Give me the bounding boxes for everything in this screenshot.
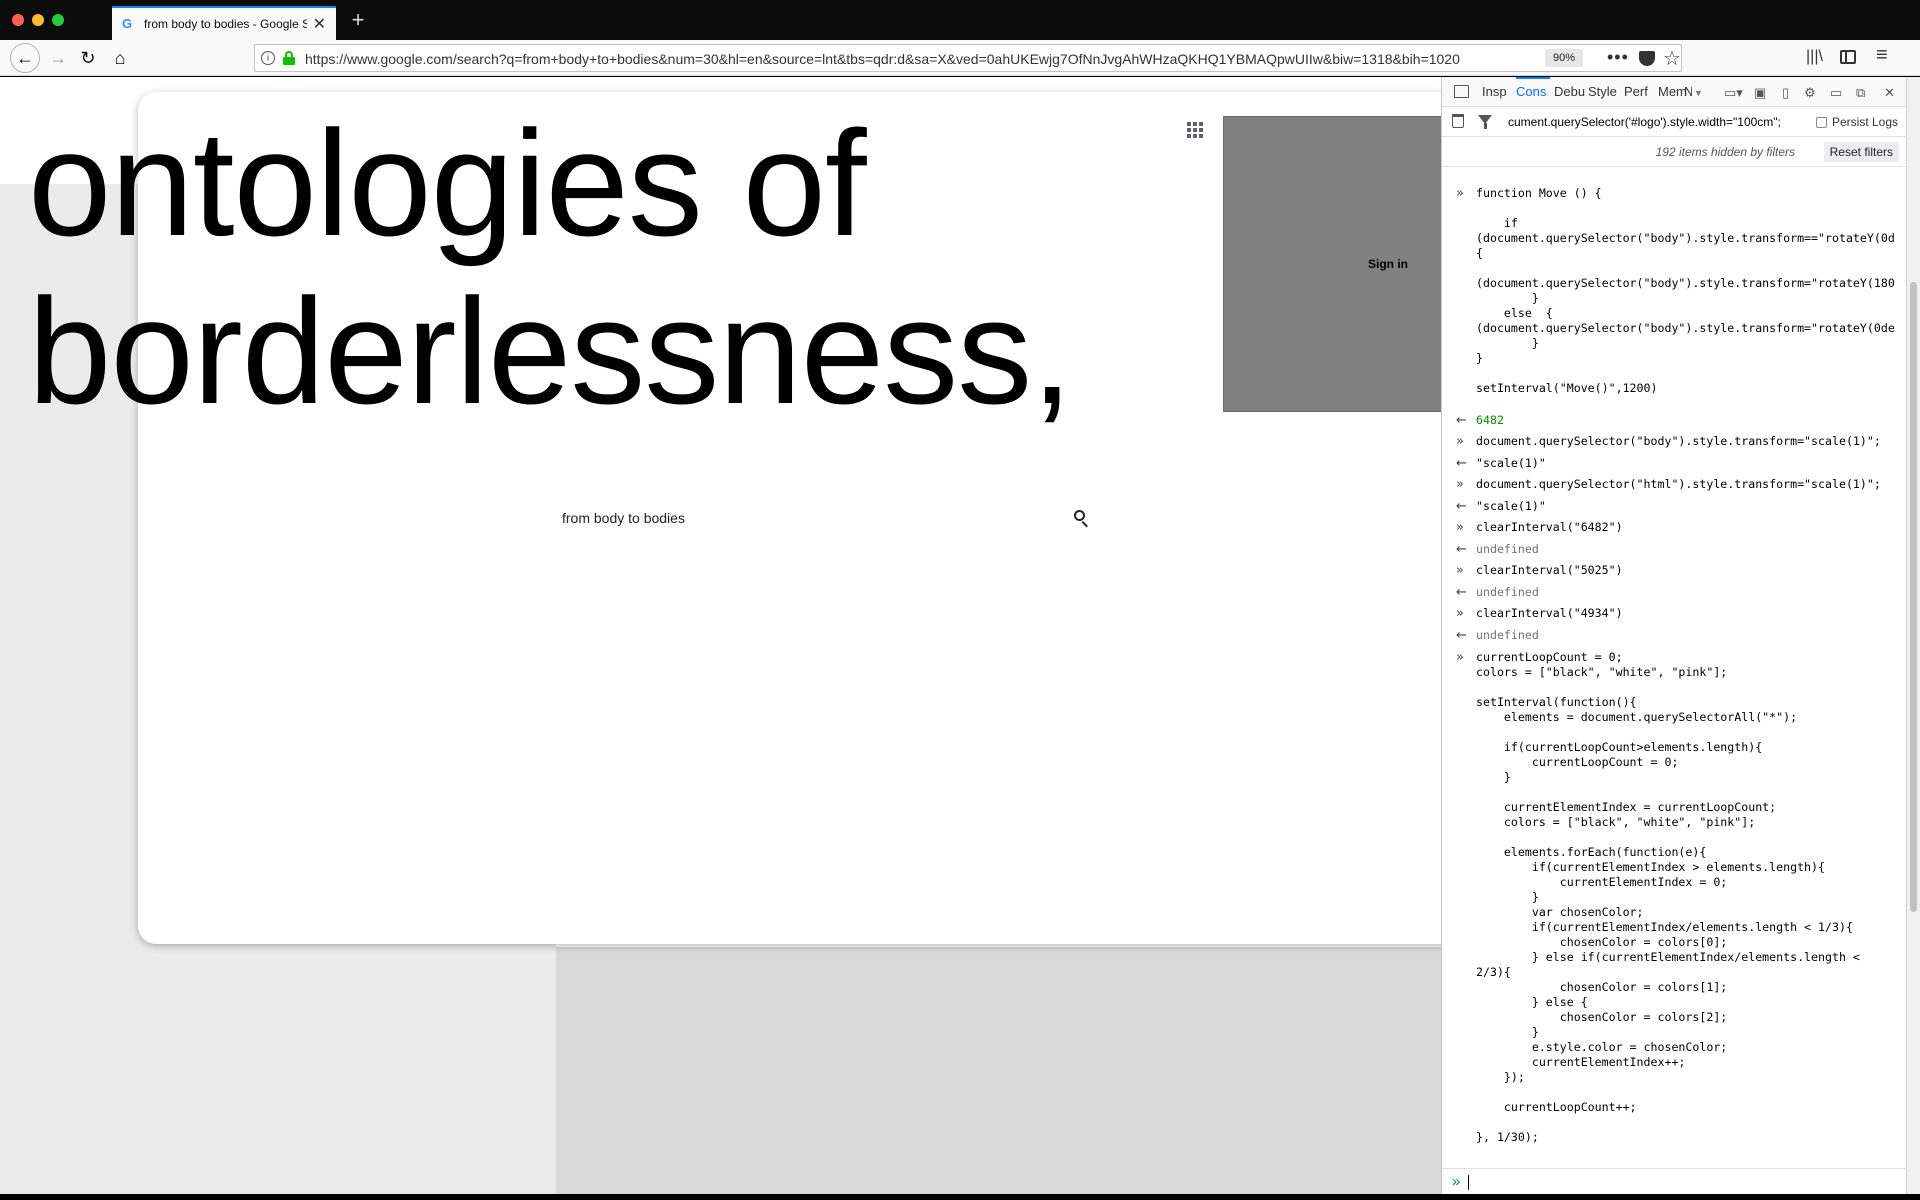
close-window-button[interactable] (12, 14, 24, 26)
input-chevron-icon: » (1456, 520, 1464, 535)
lock-icon (283, 51, 295, 65)
tab-title: from body to bodies - Google S (144, 17, 307, 31)
text-caret (1468, 1175, 1469, 1190)
title-bar: G from body to bodies - Google S ✕ + (0, 0, 1920, 40)
search-icon[interactable] (1074, 510, 1090, 528)
scrollbar-thumb[interactable] (1910, 282, 1917, 912)
console-input-code: clearInterval("5025") (1476, 563, 1623, 577)
prompt-chevron-icon: » (1452, 1173, 1461, 1190)
zoom-level-badge[interactable]: 90% (1545, 49, 1583, 67)
responsive-mode-icon[interactable]: ▯ (1782, 85, 1789, 101)
console-input-code: function Move () { if (document.querySel… (1476, 186, 1895, 395)
maximize-window-button[interactable] (52, 14, 64, 26)
home-button[interactable]: ⌂ (106, 44, 134, 72)
tab-debugger[interactable]: Debu (1554, 77, 1586, 107)
reload-button[interactable]: ↻ (74, 44, 102, 72)
search-input[interactable]: from body to bodies (562, 510, 685, 526)
back-button[interactable]: ← (10, 43, 40, 73)
console-input[interactable]: » (1442, 1168, 1906, 1194)
google-apps-icon[interactable] (1187, 122, 1203, 138)
bottom-gray-panel (556, 947, 1441, 1194)
google-favicon-icon: G (122, 16, 133, 31)
console-output-value: "scale(1)" (1476, 456, 1546, 470)
split-console-icon[interactable]: ▣ (1754, 85, 1766, 101)
new-tab-button[interactable]: + (344, 6, 372, 34)
undock-window-icon[interactable]: ⧉ (1856, 85, 1865, 101)
clear-console-icon[interactable] (1452, 114, 1464, 128)
tab-inspector[interactable]: Insp (1482, 77, 1512, 107)
persist-logs-checkbox[interactable] (1816, 117, 1827, 128)
console-output-value: "scale(1)" (1476, 499, 1546, 513)
devtools-panel: Insp Cons Debu Style Perf Mem N ▼ ▭▾ ▣ ▯… (1441, 77, 1906, 1194)
input-chevron-icon: » (1456, 434, 1464, 449)
minimize-window-button[interactable] (32, 14, 44, 26)
input-chevron-icon: » (1456, 477, 1464, 492)
output-arrow-icon: ← (1456, 542, 1467, 557)
output-arrow-icon: ← (1456, 628, 1467, 643)
input-chevron-icon: » (1456, 186, 1464, 201)
navigation-toolbar: ← → ↻ ⌂ i https://www.google.com/search?… (0, 40, 1920, 76)
output-arrow-icon: ← (1456, 413, 1467, 428)
reset-filters-button[interactable]: Reset filters (1823, 142, 1899, 162)
persist-logs-label: Persist Logs (1832, 115, 1899, 129)
output-arrow-icon: ← (1456, 456, 1467, 471)
web-page: Sign in from body to bodies ontologies o… (0, 77, 1441, 1194)
console-output-value: undefined (1476, 628, 1539, 642)
hamburger-menu-icon[interactable]: ≡ (1876, 44, 1888, 67)
element-picker-icon[interactable] (1454, 85, 1469, 98)
filter-icon-stem (1484, 123, 1487, 129)
tabs-overflow-icon[interactable]: ▼ (1694, 88, 1703, 98)
console-input-code: clearInterval("4934") (1476, 606, 1623, 620)
console-output-value: undefined (1476, 585, 1539, 599)
console-input-code: currentLoopCount = 0; colors = ["black",… (1476, 650, 1860, 1144)
hidden-items-text: 192 items hidden by filters (1655, 145, 1795, 159)
page-actions-icon[interactable]: ••• (1607, 47, 1629, 68)
page-title-line-1: ontologies of (28, 99, 867, 267)
devtools-toolbar: Insp Cons Debu Style Perf Mem N ▼ ▭▾ ▣ ▯… (1442, 77, 1906, 107)
devtools-scrollbar[interactable] (1906, 77, 1920, 1194)
settings-gear-icon[interactable]: ⚙ (1804, 85, 1816, 101)
sign-in-button[interactable]: Sign in (1223, 116, 1441, 412)
input-chevron-icon: » (1456, 563, 1464, 578)
clipped-previous-line (1476, 168, 1490, 171)
close-devtools-icon[interactable]: ✕ (1884, 85, 1895, 101)
filter-input[interactable]: cument.querySelector('#logo').style.widt… (1508, 115, 1808, 129)
console-filter-bar: cument.querySelector('#logo').style.widt… (1442, 107, 1906, 137)
console-input-code: document.querySelector("html").style.tra… (1476, 477, 1881, 491)
page-title: ontologies of borderlessness, (28, 99, 1088, 435)
browser-tab[interactable]: G from body to bodies - Google S ✕ (112, 6, 336, 40)
console-input-code: clearInterval("6482") (1476, 520, 1623, 534)
tab-console[interactable]: Cons (1516, 77, 1550, 107)
input-chevron-icon: » (1456, 606, 1464, 621)
tab-network[interactable]: N (1684, 77, 1692, 107)
console-output-value: undefined (1476, 542, 1539, 556)
sign-in-label: Sign in (1368, 257, 1408, 271)
input-chevron-icon: » (1456, 650, 1464, 665)
site-info-icon[interactable]: i (261, 51, 275, 65)
page-title-line-2: borderlessness, (28, 267, 1073, 435)
tab-style-editor[interactable]: Style (1588, 77, 1622, 107)
console-input-code: document.querySelector("body").style.tra… (1476, 434, 1881, 448)
tab-performance[interactable]: Perf (1624, 77, 1656, 107)
library-icon[interactable]: |||\ (1806, 48, 1823, 66)
window-bottom-edge (0, 1194, 1920, 1200)
url-bar[interactable]: i https://www.google.com/search?q=from+b… (254, 44, 1682, 72)
console-output-value: 6482 (1476, 413, 1504, 427)
output-arrow-icon: ← (1456, 585, 1467, 600)
bookmark-star-icon[interactable]: ☆ (1663, 46, 1681, 71)
pocket-icon[interactable] (1639, 51, 1655, 66)
close-tab-icon[interactable]: ✕ (313, 14, 326, 34)
forward-button[interactable]: → (44, 44, 72, 72)
output-arrow-icon: ← (1456, 499, 1467, 514)
filtered-items-row: 192 items hidden by filters Reset filter… (1442, 137, 1906, 167)
layout-icon[interactable]: ▭▾ (1724, 85, 1743, 101)
dock-bottom-icon[interactable]: ▭ (1830, 85, 1842, 101)
console-output: » function Move () { if (document.queryS… (1442, 168, 1906, 1168)
sidebar-icon[interactable] (1840, 50, 1856, 64)
url-text[interactable]: https://www.google.com/search?q=from+bod… (305, 51, 1555, 67)
